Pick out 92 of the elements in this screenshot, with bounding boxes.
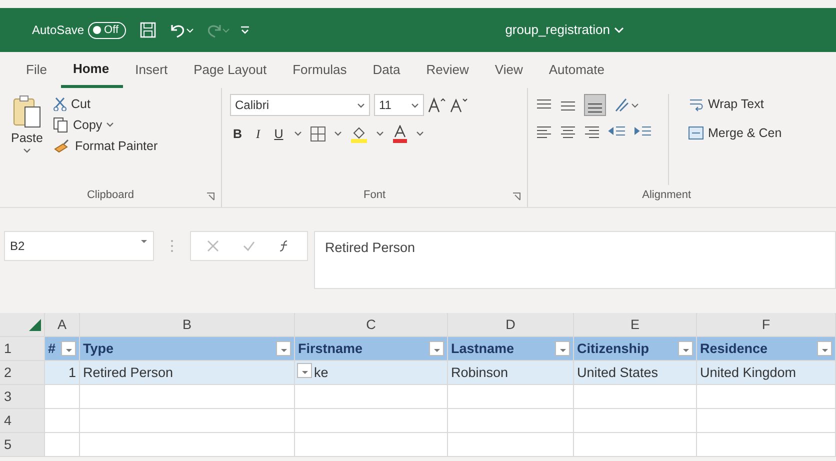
caret-icon bbox=[22, 148, 31, 154]
autosave-toggle[interactable]: Off bbox=[88, 22, 126, 38]
table-cell-text: United Kingdom bbox=[700, 364, 796, 382]
wrap-text-button[interactable]: Wrap Text bbox=[685, 94, 785, 115]
dialog-launcher-icon[interactable] bbox=[206, 192, 215, 201]
row-header[interactable]: 4 bbox=[0, 409, 45, 432]
table-header: Lastname bbox=[451, 340, 514, 358]
align-center-icon[interactable] bbox=[560, 124, 576, 140]
save-icon[interactable] bbox=[140, 22, 156, 38]
ribbon-tab[interactable]: Page Layout bbox=[182, 52, 281, 88]
document-title[interactable]: group_registration bbox=[505, 20, 624, 40]
decrease-font-size-icon[interactable] bbox=[450, 97, 468, 113]
ribbon-tab[interactable]: Formulas bbox=[280, 52, 361, 88]
filter-button[interactable] bbox=[555, 341, 570, 356]
copy-icon bbox=[52, 117, 69, 134]
caret-icon bbox=[106, 122, 114, 128]
table-row[interactable]: 2 1 Retired Person ke Robinson United States United Kingdom bbox=[0, 361, 836, 385]
dropdown-button[interactable] bbox=[297, 363, 312, 378]
align-right-icon[interactable] bbox=[584, 124, 600, 140]
caret-icon bbox=[376, 131, 384, 138]
caret-icon bbox=[334, 131, 342, 138]
filter-button[interactable] bbox=[61, 341, 76, 356]
ribbon-tab[interactable]: Insert bbox=[123, 52, 182, 88]
increase-font-size-icon[interactable] bbox=[428, 97, 446, 113]
table-row[interactable]: 3 bbox=[0, 385, 836, 409]
caret-icon bbox=[411, 102, 419, 109]
table-row[interactable]: 4 bbox=[0, 409, 836, 433]
customize-menu-icon[interactable] bbox=[240, 25, 250, 35]
dialog-launcher-icon[interactable] bbox=[512, 192, 521, 201]
font-size-field[interactable]: 11 bbox=[374, 94, 424, 116]
column-header[interactable]: E bbox=[574, 313, 697, 336]
column-header[interactable]: D bbox=[448, 313, 574, 336]
group-label: Alignment bbox=[642, 188, 692, 202]
group-label: Clipboard bbox=[86, 188, 134, 202]
borders-icon[interactable] bbox=[310, 126, 326, 142]
column-header[interactable]: B bbox=[80, 313, 295, 336]
caret-icon bbox=[294, 131, 302, 138]
fill-color-icon[interactable] bbox=[350, 125, 368, 144]
filter-button[interactable] bbox=[276, 341, 291, 356]
italic-button[interactable]: I bbox=[253, 124, 264, 145]
merge-button[interactable]: Merge & Cen bbox=[685, 122, 785, 144]
filter-button[interactable] bbox=[429, 341, 444, 356]
cut-button[interactable]: Cut bbox=[50, 94, 161, 115]
table-cell-text: Retired Person bbox=[83, 364, 174, 382]
table-header: Citizenship bbox=[577, 340, 650, 358]
font-name-field[interactable]: Calibri bbox=[230, 94, 370, 116]
underline-button[interactable]: U bbox=[271, 124, 286, 145]
row-header[interactable]: 2 bbox=[0, 361, 45, 384]
align-left-icon[interactable] bbox=[536, 124, 552, 140]
table-cell-text: 1 bbox=[68, 364, 76, 382]
filter-button[interactable] bbox=[678, 341, 693, 356]
ribbon-tab[interactable]: Home bbox=[60, 52, 124, 88]
row-header[interactable]: 5 bbox=[0, 433, 45, 456]
bottom-align-icon[interactable] bbox=[584, 94, 606, 116]
ribbon-tab[interactable]: Automate bbox=[536, 52, 618, 88]
autosave-label: AutoSave bbox=[32, 22, 84, 39]
caret-icon bbox=[357, 102, 365, 109]
row-header[interactable]: 1 bbox=[0, 337, 45, 360]
ribbon-tab[interactable]: Data bbox=[360, 52, 414, 88]
chevron-icon bbox=[614, 26, 624, 34]
table-header: Residence bbox=[700, 340, 768, 358]
copy-button[interactable]: Copy bbox=[50, 114, 161, 136]
caret-icon bbox=[140, 237, 148, 243]
paintbrush-icon bbox=[52, 138, 71, 153]
column-header[interactable]: F bbox=[697, 313, 836, 336]
paste-button[interactable]: Paste bbox=[8, 94, 46, 185]
orientation-icon[interactable] bbox=[614, 97, 640, 113]
ribbon-tab[interactable]: Review bbox=[414, 52, 483, 88]
font-color-icon[interactable] bbox=[392, 125, 408, 144]
ribbon-tab[interactable]: File bbox=[14, 52, 61, 88]
table-header: Firstname bbox=[298, 340, 363, 358]
column-header[interactable]: A bbox=[45, 313, 80, 336]
table-cell-text: Robinson bbox=[451, 364, 508, 382]
bold-button[interactable]: B bbox=[230, 124, 246, 145]
select-all-icon[interactable] bbox=[29, 318, 41, 330]
merge-cells-icon bbox=[688, 125, 704, 142]
name-box[interactable]: B2 bbox=[4, 231, 154, 261]
table-cell-text: United States bbox=[577, 364, 658, 382]
ribbon-tab[interactable]: View bbox=[482, 52, 537, 88]
table-cell-text: ke bbox=[314, 364, 328, 382]
row-header[interactable]: 3 bbox=[0, 385, 45, 408]
table-header: Type bbox=[83, 340, 114, 358]
caret-icon bbox=[416, 131, 424, 138]
formula-field[interactable]: Retired Person bbox=[314, 231, 836, 289]
table-row[interactable]: 5 bbox=[0, 433, 836, 457]
format-painter-button[interactable]: Format Painter bbox=[50, 136, 161, 156]
scissors-icon bbox=[52, 97, 67, 112]
column-header[interactable]: C bbox=[295, 313, 448, 336]
group-label: Font bbox=[364, 188, 386, 202]
table-header: # bbox=[48, 340, 56, 358]
filter-button[interactable] bbox=[817, 341, 832, 356]
clipboard-icon bbox=[12, 95, 42, 129]
